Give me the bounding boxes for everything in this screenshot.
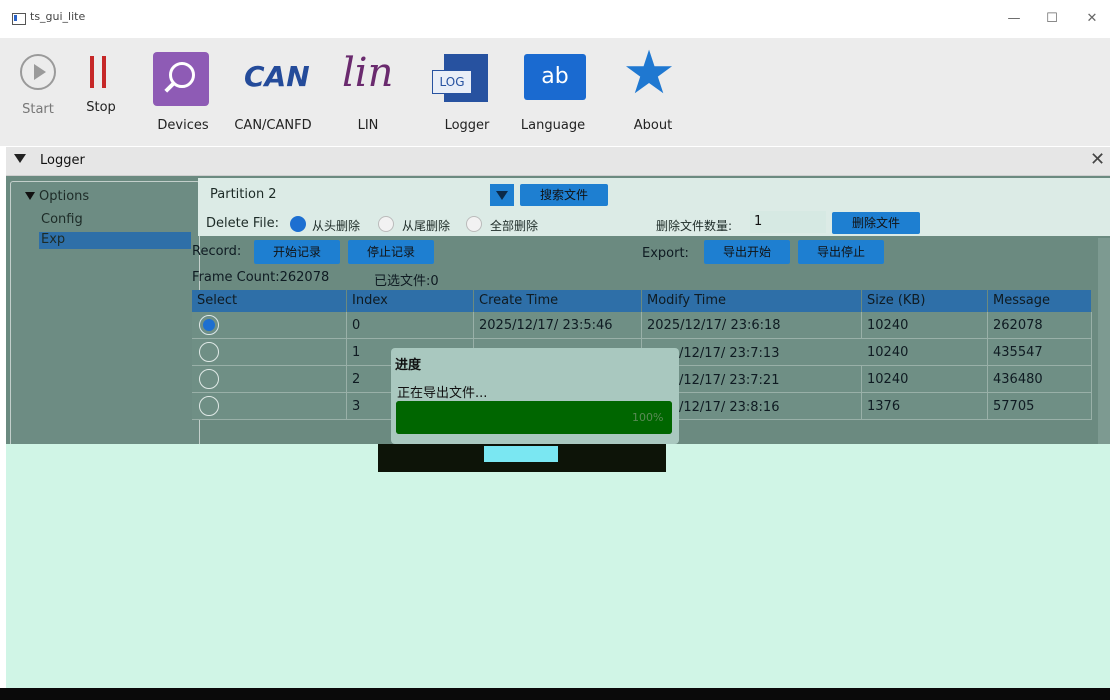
language-button[interactable]: ab	[524, 54, 586, 100]
chevron-down-icon	[496, 191, 508, 200]
column-header-select[interactable]: Select	[192, 290, 347, 312]
bottom-bar	[0, 688, 1110, 700]
options-panel: Options Config Exp	[10, 181, 200, 447]
cell-size: 1376	[862, 393, 988, 420]
maximize-button[interactable]: ☐	[1036, 8, 1068, 30]
delete-count-input[interactable]: 1	[750, 211, 826, 233]
stop-icon	[90, 56, 94, 88]
progress-percent: 100%	[632, 411, 664, 424]
cell-modify-time: /12/17/ 23:7:13	[679, 346, 780, 361]
options-collapse-icon	[25, 192, 35, 200]
cell-size: 10240	[862, 312, 988, 339]
cell-modify-time: /12/17/ 23:7:21	[679, 373, 780, 388]
logger-title: Logger	[40, 153, 85, 168]
column-header-size[interactable]: Size (KB)	[862, 290, 988, 312]
column-header-message-count[interactable]: Message Count	[988, 290, 1092, 330]
delete-files-button[interactable]: 删除文件	[832, 212, 920, 234]
collapse-arrow-icon	[14, 154, 26, 163]
delete-count-label: 删除文件数量:	[656, 219, 733, 233]
table-row[interactable]	[192, 312, 347, 339]
cell-message-count: 262078	[988, 312, 1092, 339]
play-icon	[34, 64, 46, 80]
window-title: ts_gui_lite	[30, 10, 86, 23]
table-row[interactable]	[192, 366, 347, 393]
delete-mode-radio-tail[interactable]	[378, 216, 394, 232]
scrollbar[interactable]	[1098, 238, 1110, 444]
column-header-modify-time[interactable]: Modify Time	[642, 290, 862, 312]
delete-file-label: Delete File:	[206, 216, 279, 231]
record-label: Record:	[192, 244, 242, 259]
cell-create-time: 2025/12/17/ 23:5:46	[474, 312, 642, 339]
options-title[interactable]: Options	[39, 189, 89, 204]
cell-modify-time: /12/17/ 23:8:16	[679, 400, 780, 415]
row-select-radio[interactable]	[199, 369, 219, 389]
options-item-export[interactable]: Exp	[39, 232, 191, 249]
table-row[interactable]	[192, 393, 347, 420]
export-label: Export:	[642, 246, 689, 261]
can-logo[interactable]: CAN	[244, 60, 310, 96]
app-icon	[12, 13, 26, 25]
selected-files-count: 已选文件:0	[374, 274, 439, 289]
dialog-button[interactable]	[484, 446, 558, 462]
logger-section-header[interactable]: Logger ✕	[6, 147, 1110, 176]
stop-record-button[interactable]: 停止记录	[348, 240, 434, 264]
dialog-title: 进度	[395, 358, 422, 373]
empty-panel	[6, 444, 1110, 688]
delete-mode-radio-head[interactable]	[290, 216, 306, 232]
devices-label: Devices	[157, 118, 209, 133]
table-row[interactable]	[192, 339, 347, 366]
cell-message-count: 57705	[988, 393, 1092, 420]
start-record-button[interactable]: 开始记录	[254, 240, 340, 264]
start-label: Start	[22, 102, 54, 117]
stop-button[interactable]	[88, 56, 112, 90]
dialog-message: 正在导出文件...	[397, 386, 488, 401]
close-button[interactable]: ✕	[1076, 8, 1108, 30]
can-label: CAN/CANFD	[234, 118, 312, 133]
frame-count: Frame Count:262078	[192, 270, 330, 285]
language-icon: ab	[541, 64, 569, 89]
dropdown-button[interactable]	[490, 184, 514, 206]
language-label: Language	[520, 118, 586, 133]
title-bar: ts_gui_lite — ☐ ✕	[0, 0, 1110, 39]
partition-select[interactable]: Partition 2	[206, 187, 500, 207]
cell-size: 10240	[862, 366, 988, 393]
cell-size: 10240	[862, 339, 988, 366]
cell-modify-time: 2025/12/17/ 23:6:18	[642, 312, 862, 339]
about-label: About	[633, 118, 673, 133]
start-button[interactable]	[20, 54, 56, 90]
progress-bar-fill	[396, 401, 672, 434]
lin-logo[interactable]: lin	[342, 50, 412, 96]
minimize-button[interactable]: —	[998, 8, 1030, 30]
delete-mode-all-label: 全部删除	[490, 219, 539, 233]
devices-button[interactable]	[153, 52, 209, 106]
dialog-button-area	[378, 444, 666, 472]
delete-mode-head-label: 从头删除	[312, 219, 361, 233]
cell-message-count: 436480	[988, 366, 1092, 393]
lin-label: LIN	[357, 118, 379, 133]
logger-button[interactable]: LOG	[432, 54, 490, 104]
star-icon[interactable]: ★	[618, 42, 680, 104]
options-item-config[interactable]: Config	[41, 212, 83, 227]
delete-mode-tail-label: 从尾删除	[402, 219, 451, 233]
cell-index: 0	[347, 312, 474, 339]
delete-mode-radio-all[interactable]	[466, 216, 482, 232]
row-select-radio[interactable]	[199, 315, 219, 335]
cell-message-count: 435547	[988, 339, 1092, 366]
export-start-button[interactable]: 导出开始	[704, 240, 790, 264]
row-select-radio[interactable]	[199, 396, 219, 416]
column-header-create-time[interactable]: Create Time	[474, 290, 642, 312]
main-toolbar: Start Stop Devices CAN CAN/CANFD lin LIN…	[0, 38, 1110, 146]
logger-close-icon[interactable]: ✕	[1090, 149, 1105, 170]
logger-label: Logger	[444, 118, 490, 133]
stop-label: Stop	[86, 100, 116, 115]
column-header-index[interactable]: Index	[347, 290, 474, 312]
search-files-button[interactable]: 搜索文件	[520, 184, 608, 206]
row-select-radio[interactable]	[199, 342, 219, 362]
export-stop-button[interactable]: 导出停止	[798, 240, 884, 264]
